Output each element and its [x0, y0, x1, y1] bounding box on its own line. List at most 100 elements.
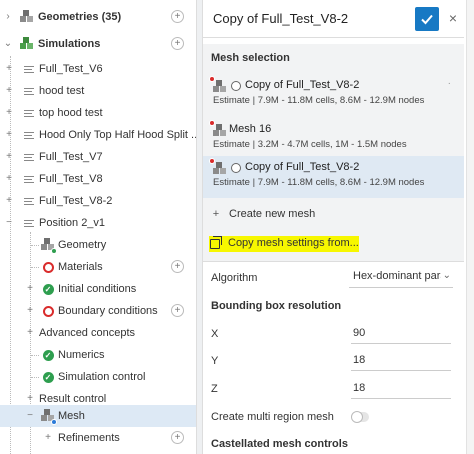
simulation-list-icon: [22, 172, 36, 186]
tree-item-label: Boundary conditions: [58, 305, 158, 317]
tree-item-label: Geometry: [58, 239, 107, 251]
tree-item-simulations[interactable]: ⌄ Simulations +: [0, 33, 196, 55]
mesh-estimate: Estimate | 7.9M - 11.8M cells, 8.6M - 12…: [213, 177, 425, 188]
tree-item-simulation[interactable]: + top hood test: [0, 102, 196, 124]
tree-item-mesh[interactable]: − Mesh: [0, 405, 196, 427]
tree-item-simulation[interactable]: + Full_Test_V8: [0, 168, 196, 190]
tree-item-refinements[interactable]: + Refinements +: [0, 427, 196, 449]
tree-item-label: Full_Test_V8: [39, 173, 103, 185]
simulation-list-icon: [22, 216, 36, 230]
tree-item-simulation-control[interactable]: ✓ Simulation control: [0, 366, 196, 388]
tree-item-geometry[interactable]: Geometry: [0, 234, 196, 256]
tree-item-initial-conditions[interactable]: + ✓ Initial conditions: [0, 278, 196, 300]
expand-plus-icon[interactable]: +: [43, 431, 53, 445]
plus-icon: +: [212, 208, 220, 220]
tree-item-advanced-concepts[interactable]: + Advanced concepts: [0, 322, 196, 344]
copy-mesh-settings-button[interactable]: Copy mesh settings from...: [209, 236, 359, 252]
expand-plus-icon[interactable]: +: [4, 194, 14, 208]
chevron-down-icon[interactable]: ⌄: [3, 37, 13, 51]
mesh-radio[interactable]: [231, 81, 241, 91]
expand-plus-icon[interactable]: +: [25, 392, 35, 406]
check-circle-icon: ✓: [41, 370, 55, 384]
tree-item-geometries[interactable]: › Geometries (35) +: [0, 6, 196, 28]
add-refinement-icon[interactable]: +: [171, 431, 184, 444]
mesh-selection-title: Mesh selection: [211, 52, 290, 64]
tree-item-label: Position 2_v1: [39, 217, 106, 229]
tree-item-label: Full_Test_V8-2: [39, 195, 113, 207]
algorithm-label: Algorithm: [211, 272, 258, 284]
panel-header: Copy of Full_Test_V8-2 ×: [203, 0, 464, 38]
mesh-option-selected[interactable]: Copy of Full_Test_V8-2 Estimate | 7.9M -…: [203, 156, 464, 198]
tree-item-simulation[interactable]: + Full_Test_V8-2: [0, 190, 196, 212]
mesh-option[interactable]: Mesh 16 Estimate | 3.2M - 4.7M cells, 1M…: [203, 118, 464, 158]
mesh-estimate: Estimate | 7.9M - 11.8M cells, 8.6M - 12…: [213, 95, 425, 106]
more-icon[interactable]: ·: [448, 78, 451, 89]
expand-plus-icon[interactable]: +: [4, 62, 14, 76]
expand-plus-icon[interactable]: +: [25, 326, 35, 340]
tree-item-simulation[interactable]: + Hood Only Top Half Hood Split ...: [0, 124, 196, 146]
tree-item-simulation[interactable]: + Full_Test_V7: [0, 146, 196, 168]
tree-item-simulation[interactable]: + Full_Test_V6: [0, 58, 196, 80]
tree-item-label: Initial conditions: [58, 283, 137, 295]
mesh-name: Copy of Full_Test_V8-2: [245, 161, 360, 173]
add-material-icon[interactable]: +: [171, 260, 184, 273]
add-simulation-icon[interactable]: +: [171, 37, 184, 50]
z-resolution-input[interactable]: [351, 377, 451, 399]
castellated-title: Castellated mesh controls: [211, 438, 348, 450]
mesh-name: Copy of Full_Test_V8-2: [245, 79, 360, 91]
chevron-right-icon[interactable]: ›: [3, 10, 13, 24]
tree-connector: [31, 245, 39, 246]
algorithm-select[interactable]: Hex-dominant parametric ⌄: [349, 266, 453, 288]
z-label: Z: [211, 383, 218, 395]
y-resolution-input[interactable]: [351, 349, 451, 371]
mesh-name: Mesh 16: [229, 123, 272, 135]
collapse-minus-icon[interactable]: −: [25, 409, 35, 423]
mesh-settings-panel: Copy of Full_Test_V8-2 × Mesh selection …: [202, 0, 464, 454]
x-resolution-input[interactable]: [351, 322, 451, 344]
tree-item-label: Full_Test_V7: [39, 151, 103, 163]
copy-icon: [210, 236, 222, 249]
tree-item-label: Materials: [58, 261, 103, 273]
tree-item-label: hood test: [39, 85, 85, 97]
expand-plus-icon[interactable]: +: [4, 84, 14, 98]
tree-item-materials[interactable]: Materials +: [0, 256, 196, 278]
mesh-option[interactable]: Copy of Full_Test_V8-2 · Estimate | 7.9M…: [203, 74, 464, 114]
multi-region-label: Create multi region mesh: [211, 411, 334, 423]
tree-item-numerics[interactable]: ✓ Numerics: [0, 344, 196, 366]
tree-item-label: Hood Only Top Half Hood Split ...: [39, 129, 196, 141]
algorithm-value: Hex-dominant parametric: [353, 270, 441, 282]
tree-item-label: Simulations: [38, 38, 101, 50]
add-boundary-condition-icon[interactable]: +: [171, 304, 184, 317]
expand-plus-icon[interactable]: +: [4, 106, 14, 120]
simulation-list-icon: [22, 128, 36, 142]
create-new-mesh-button[interactable]: + Create new mesh: [211, 208, 315, 220]
expand-plus-icon[interactable]: +: [25, 282, 35, 296]
check-icon: [421, 14, 433, 25]
add-geometry-icon[interactable]: +: [171, 10, 184, 23]
expand-plus-icon[interactable]: +: [25, 304, 35, 318]
tree-item-label: Simulation control: [58, 371, 146, 383]
tree-item-label: Refinements: [58, 432, 120, 444]
multi-region-toggle[interactable]: [351, 411, 369, 423]
collapse-minus-icon[interactable]: −: [4, 216, 14, 230]
close-icon[interactable]: ×: [445, 8, 461, 28]
x-label: X: [211, 328, 219, 340]
tree-item-label: Advanced concepts: [39, 327, 136, 339]
expand-plus-icon[interactable]: +: [4, 172, 14, 186]
mesh-error-icon: [209, 158, 227, 176]
simulation-cubes-icon: [20, 37, 34, 51]
expand-plus-icon[interactable]: +: [4, 128, 14, 142]
mesh-estimate: Estimate | 3.2M - 4.7M cells, 1M - 1.5M …: [213, 139, 407, 150]
confirm-button[interactable]: [415, 7, 439, 31]
tree-item-boundary-conditions[interactable]: + Boundary conditions +: [0, 300, 196, 322]
expand-plus-icon[interactable]: +: [4, 150, 14, 164]
cubes-icon: [20, 10, 34, 24]
panel-title: Copy of Full_Test_V8-2: [213, 11, 349, 26]
tree-item-simulation-expanded[interactable]: − Position 2_v1: [0, 212, 196, 234]
mesh-radio[interactable]: [231, 163, 241, 173]
tree-item-label: Result control: [39, 393, 107, 405]
tree-item-simulation[interactable]: + hood test: [0, 80, 196, 102]
copy-mesh-settings-label: Copy mesh settings from...: [228, 237, 359, 249]
scrollbar[interactable]: [466, 0, 474, 454]
mesh-error-icon: [209, 120, 227, 138]
